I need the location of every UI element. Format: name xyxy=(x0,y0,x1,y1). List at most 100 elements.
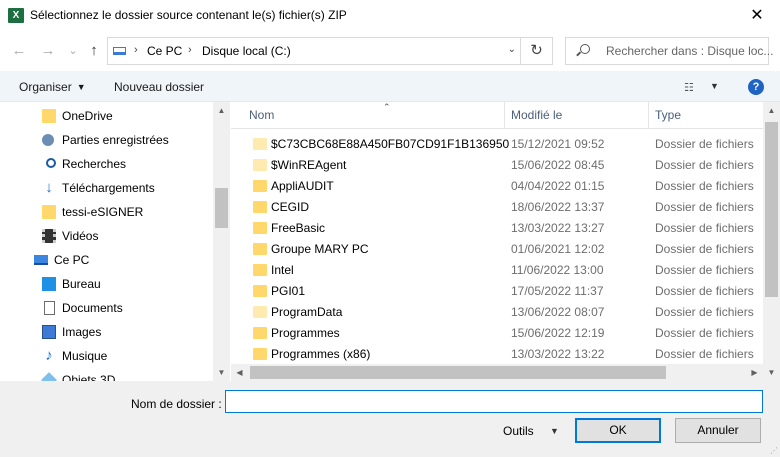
chevron-right-icon[interactable]: › xyxy=(188,44,192,56)
scrollbar-thumb[interactable] xyxy=(250,366,666,379)
file-row[interactable]: Programmes 15/06/2022 12:19 Dossier de fic… xyxy=(231,323,763,344)
file-row[interactable]: AppliAUDIT 04/04/2022 01:15 Dossier de fic… xyxy=(231,176,763,197)
file-name: Groupe MARY PC xyxy=(271,242,369,256)
folder-icon xyxy=(253,306,267,318)
chevron-right-icon[interactable]: › xyxy=(134,44,138,56)
folder-icon xyxy=(253,180,267,192)
music-icon: ♪ xyxy=(45,347,53,364)
file-modified-date: 18/06/2022 13:37 xyxy=(511,200,605,214)
file-type: Dossier de fichiers xyxy=(655,284,754,298)
file-row[interactable]: Intel 11/06/2022 13:00 Dossier de fichiers xyxy=(231,260,763,281)
ok-button[interactable]: OK xyxy=(575,418,661,443)
column-header-name[interactable]: ⌃ Nom xyxy=(243,102,505,129)
resize-grip-icon[interactable]: ⋰ xyxy=(770,446,778,455)
tree-item-label: tessi-eSIGNER xyxy=(62,205,144,219)
file-row[interactable]: Programmes (x86) 13/03/2022 13:22 Dossier … xyxy=(231,344,763,365)
drive-icon xyxy=(113,47,126,55)
column-header-row: ⌃ Nom Modifié le Type xyxy=(231,102,763,129)
tree-item-label: Recherches xyxy=(62,157,127,171)
tree-item-label: OneDrive xyxy=(62,109,113,123)
file-name: AppliAUDIT xyxy=(271,179,334,193)
folder-icon xyxy=(253,348,267,360)
navigation-bar: ← → ⌄ ↑ › Ce PC › Disque local (C:) ⌄ ↻ … xyxy=(0,31,780,71)
organize-button[interactable]: Organiser ▼ xyxy=(19,80,86,94)
close-button[interactable]: ✕ xyxy=(734,0,780,31)
file-row[interactable]: $WinREAgent 15/06/2022 08:45 Dossier de fi… xyxy=(231,155,763,176)
refresh-button[interactable]: ↻ xyxy=(521,37,553,65)
file-type: Dossier de fichiers xyxy=(655,158,754,172)
folder-name-input[interactable] xyxy=(225,390,763,413)
tree-item-label: Bureau xyxy=(62,277,101,291)
recent-locations-button[interactable]: ⌄ xyxy=(64,41,82,61)
folder-icon xyxy=(253,285,267,297)
tree-item-label: Téléchargements xyxy=(62,181,155,195)
file-row[interactable]: $C73CBC68E88A450FB07CD91F1B136950 15/12/2… xyxy=(231,134,763,155)
dialog-footer: Nom de dossier : Outils ▼ OK Annuler ⋰ xyxy=(0,381,780,457)
folder-icon xyxy=(253,159,267,171)
organize-label: Organiser xyxy=(19,80,72,94)
file-modified-date: 13/03/2022 13:22 xyxy=(511,347,605,361)
file-row[interactable]: CEGID 18/06/2022 13:37 Dossier de fichiers xyxy=(231,197,763,218)
search-icon xyxy=(46,158,56,168)
file-modified-date: 04/04/2022 01:15 xyxy=(511,179,605,193)
file-row[interactable]: ProgramData 13/06/2022 08:07 Dossier de fi… xyxy=(231,302,763,323)
file-list-horizontal-scrollbar[interactable]: ◀ ▶ xyxy=(231,364,763,381)
search-box[interactable]: Rechercher dans : Disque loc... xyxy=(565,37,773,65)
scroll-right-arrow[interactable]: ▶ xyxy=(746,364,763,381)
file-type: Dossier de fichiers xyxy=(655,305,754,319)
column-header-type[interactable]: Type xyxy=(649,102,763,129)
scrollbar-thumb[interactable] xyxy=(765,122,778,297)
tree-item-label: Musique xyxy=(62,349,108,363)
tools-button[interactable]: Outils xyxy=(503,424,534,438)
file-modified-date: 15/06/2022 12:19 xyxy=(511,326,605,340)
file-row[interactable]: PGI01 17/05/2022 11:37 Dossier de fichiers xyxy=(231,281,763,302)
file-type: Dossier de fichiers xyxy=(655,221,754,235)
cancel-button[interactable]: Annuler xyxy=(675,418,761,443)
scroll-up-arrow[interactable]: ▲ xyxy=(763,102,780,119)
file-type: Dossier de fichiers xyxy=(655,179,754,193)
scrollbar-thumb[interactable] xyxy=(215,188,228,228)
address-bar[interactable]: › Ce PC › Disque local (C:) ⌄ xyxy=(107,37,521,65)
column-header-modified[interactable]: Modifié le xyxy=(505,102,649,129)
file-modified-date: 15/12/2021 09:52 xyxy=(511,137,605,151)
file-row[interactable]: FreeBasic 13/03/2022 13:27 Dossier de fich… xyxy=(231,218,763,239)
back-button[interactable]: ← xyxy=(10,41,28,61)
tree-item-label: Parties enregistrées xyxy=(62,133,169,147)
window-title: Sélectionnez le dossier source contenant… xyxy=(30,8,347,22)
file-row[interactable]: Groupe MARY PC 01/06/2021 12:02 Dossier de… xyxy=(231,239,763,260)
scroll-down-arrow[interactable]: ▼ xyxy=(213,364,230,381)
details-view-icon[interactable]: ☷ xyxy=(684,81,694,94)
breadcrumb-disque-local[interactable]: Disque local (C:) xyxy=(202,44,291,58)
tree-item-label: Ce PC xyxy=(54,253,90,267)
folder-icon xyxy=(253,138,267,150)
navigation-pane-scrollbar[interactable]: ▲ ▼ xyxy=(213,102,230,381)
new-folder-button[interactable]: Nouveau dossier xyxy=(114,80,204,94)
file-type: Dossier de fichiers xyxy=(655,200,754,214)
file-list-vertical-scrollbar[interactable]: ▲ ▼ xyxy=(763,102,780,381)
scroll-left-arrow[interactable]: ◀ xyxy=(231,364,248,381)
caret-down-icon[interactable]: ▼ xyxy=(710,81,719,91)
file-name: $C73CBC68E88A450FB07CD91F1B136950 xyxy=(271,137,510,151)
search-input[interactable]: Rechercher dans : Disque loc... xyxy=(606,44,773,58)
file-name: Intel xyxy=(271,263,294,277)
breadcrumb-ce-pc[interactable]: Ce PC xyxy=(147,44,182,58)
chevron-down-icon[interactable]: ⌄ xyxy=(508,44,516,55)
folder-name-label: Nom de dossier : xyxy=(131,397,222,411)
folder-icon xyxy=(253,222,267,234)
title-bar: X Sélectionnez le dossier source contena… xyxy=(0,0,780,31)
scroll-down-arrow[interactable]: ▼ xyxy=(763,364,780,381)
file-modified-date: 13/06/2022 08:07 xyxy=(511,305,605,319)
scroll-up-arrow[interactable]: ▲ xyxy=(213,102,230,119)
folder-icon xyxy=(42,205,56,219)
forward-button[interactable]: → xyxy=(39,41,57,61)
caret-down-icon[interactable]: ▼ xyxy=(550,426,559,436)
up-button[interactable]: ↑ xyxy=(85,41,103,61)
help-button[interactable]: ? xyxy=(748,79,764,95)
file-modified-date: 17/05/2022 11:37 xyxy=(511,284,604,298)
tree-item-label: Documents xyxy=(62,301,123,315)
file-name: CEGID xyxy=(271,200,310,214)
file-type: Dossier de fichiers xyxy=(655,137,754,151)
caret-down-icon: ▼ xyxy=(76,82,86,92)
command-bar: Organiser ▼ Nouveau dossier ☷ ▼ ? xyxy=(0,71,780,102)
3d-objects-icon xyxy=(41,372,57,381)
